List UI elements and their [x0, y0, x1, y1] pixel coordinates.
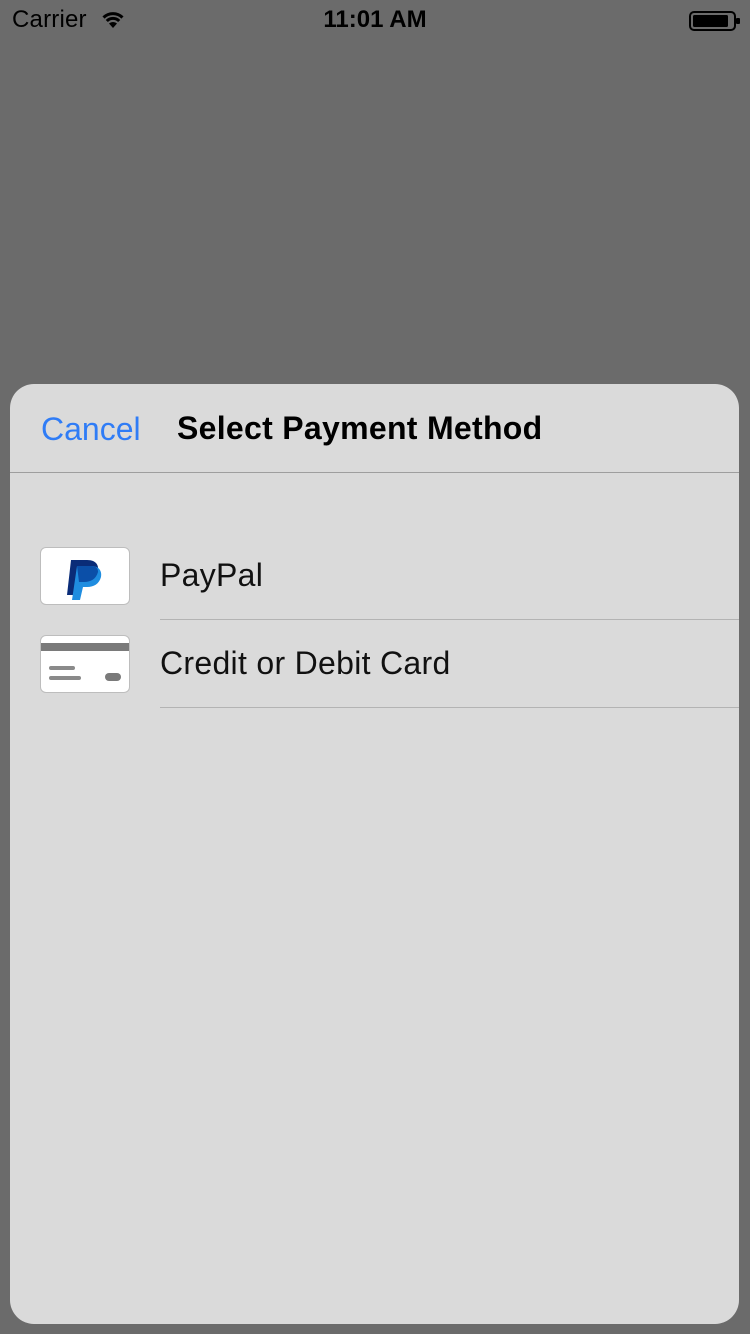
payment-method-label: PayPal — [160, 557, 264, 593]
sheet-title: Select Payment Method — [177, 410, 543, 446]
payment-method-sheet: Cancel Select Payment Method PayPal Cred… — [10, 384, 739, 1324]
payment-method-card[interactable]: Credit or Debit Card — [10, 635, 739, 723]
credit-card-icon — [40, 635, 130, 693]
divider — [160, 619, 739, 620]
paypal-logo-icon — [40, 547, 130, 605]
status-bar: Carrier 11:01 AM — [0, 0, 750, 40]
payment-method-paypal[interactable]: PayPal — [10, 547, 739, 635]
payment-method-label: Credit or Debit Card — [160, 645, 451, 681]
cancel-button[interactable]: Cancel — [41, 411, 141, 448]
status-time: 11:01 AM — [323, 6, 427, 33]
screen: Carrier 11:01 AM Cancel Select Payment M… — [0, 0, 750, 1334]
payment-method-list: PayPal Credit or Debit Card — [10, 547, 739, 723]
battery-icon — [689, 11, 740, 31]
sheet-header: Cancel Select Payment Method — [10, 384, 739, 473]
divider — [160, 707, 739, 708]
